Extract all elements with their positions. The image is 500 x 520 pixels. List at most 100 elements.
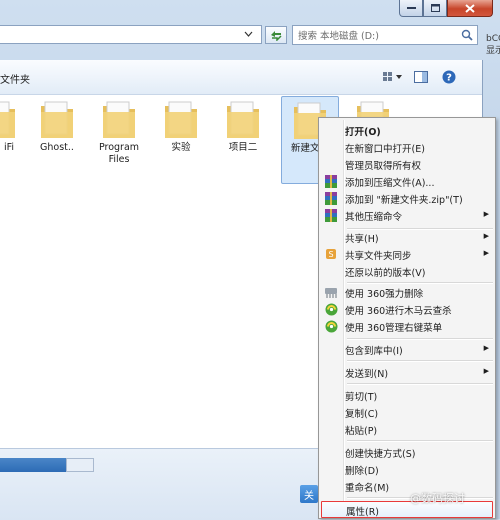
menu-item-360-manage-menu[interactable]: 使用 360管理右键菜单 [321, 318, 493, 334]
watermark: @数码探讨 [410, 492, 465, 505]
close-icon [465, 3, 475, 13]
menu-item-rename[interactable]: 重命名(M) [321, 478, 493, 494]
folder-item[interactable]: Ghost.. [28, 96, 86, 184]
view-icon [383, 72, 402, 81]
360-icon [323, 302, 339, 316]
folder-item[interactable]: iFi [0, 96, 28, 184]
menu-item-cut[interactable]: 剪切(T) [321, 387, 493, 403]
winrar-icon [323, 174, 339, 188]
menu-separator [347, 360, 493, 362]
menu-item-label: 还原以前的版本(V) [345, 268, 426, 279]
refresh-icon [271, 31, 282, 41]
svg-text:?: ? [446, 73, 452, 84]
menu-item-label: 复制(C) [345, 409, 379, 420]
folder-icon [227, 101, 259, 138]
menu-item-360-trojan-scan[interactable]: 使用 360进行木马云查杀 [321, 301, 493, 317]
breadcrumb: 文件夹 [0, 75, 30, 86]
menu-item-open[interactable]: 打开(O) [321, 122, 493, 138]
svg-text:S: S [328, 250, 333, 259]
change-view-button[interactable] [382, 69, 404, 85]
sync-icon: S [323, 247, 339, 261]
close-button[interactable] [447, 0, 493, 17]
help-icon: ? [442, 70, 456, 84]
search-icon[interactable] [461, 29, 473, 41]
address-row: 搜索 本地磁盘 (D:) [0, 24, 482, 46]
menu-item-label: 共享(H) [345, 234, 379, 245]
folder-icon [165, 101, 197, 138]
folder-label: 项目二 [228, 142, 258, 153]
menu-item-label: 包含到库中(I) [345, 346, 403, 357]
menu-separator [347, 338, 493, 340]
preview-pane-icon [414, 71, 428, 83]
menu-item-include-library[interactable]: 包含到库中(I) ▶ [321, 341, 493, 357]
folder-label: iFi [3, 142, 15, 153]
menu-item-label: 管理员取得所有权 [345, 161, 422, 172]
submenu-arrow-icon: ▶ [483, 367, 489, 375]
menu-item-label: 属性(R) [346, 507, 380, 518]
menu-item-label: 添加到 "新建文件夹.zip"(T) [345, 195, 463, 206]
menu-item-360-delete[interactable]: 使用 360强力删除 [321, 284, 493, 300]
menu-item-send-to[interactable]: 发送到(N) ▶ [321, 364, 493, 380]
menu-item-label: 重命名(M) [345, 483, 390, 494]
menu-item-restore-versions[interactable]: 还原以前的版本(V) [321, 263, 493, 279]
winrar-icon [323, 191, 339, 205]
preview-pane-button[interactable] [410, 69, 432, 85]
menu-item-properties[interactable]: 属性(R) [321, 501, 493, 518]
dialog-button-fragment[interactable]: 关 [300, 485, 318, 503]
menu-item-share[interactable]: 共享(H) ▶ [321, 229, 493, 245]
folder-label: 实验 [171, 142, 191, 153]
address-bar[interactable] [0, 25, 262, 44]
menu-item-label: 在新窗口中打开(E) [345, 144, 425, 155]
submenu-arrow-icon: ▶ [483, 249, 489, 257]
refresh-button[interactable] [265, 26, 287, 44]
menu-item-label: 剪切(T) [345, 392, 378, 403]
folder-label: Program Files [98, 142, 140, 165]
360-icon [323, 319, 339, 333]
menu-separator [347, 440, 493, 442]
menu-item-label: 使用 360强力删除 [345, 289, 424, 300]
winrar-icon [323, 208, 339, 222]
menu-item-paste[interactable]: 粘贴(P) [321, 421, 493, 437]
folder-label: Ghost.. [40, 142, 74, 153]
menu-item-label: 添加到压缩文件(A)... [345, 178, 435, 189]
folder-item[interactable]: 实验 [152, 96, 210, 184]
menu-item-label: 发送到(N) [345, 369, 389, 380]
submenu-arrow-icon: ▶ [483, 210, 489, 218]
menu-item-delete[interactable]: 删除(D) [321, 461, 493, 477]
menu-item-label: 删除(D) [345, 466, 379, 477]
folder-item[interactable]: Program Files [90, 96, 148, 184]
side-fragment-text-1: bCC [486, 34, 500, 44]
menu-item-label: 创建快捷方式(S) [345, 449, 416, 460]
search-input[interactable]: 搜索 本地磁盘 (D:) [292, 25, 478, 45]
help-button[interactable]: ? [438, 69, 460, 85]
command-bar: 文件夹 ? [0, 60, 482, 95]
menu-item-label: 粘贴(P) [345, 426, 378, 437]
menu-item-copy[interactable]: 复制(C) [321, 404, 493, 420]
chevron-down-icon[interactable] [244, 31, 253, 37]
shredder-icon [323, 285, 339, 299]
menu-separator [347, 383, 493, 385]
dialog-button-text: 关 [304, 490, 314, 502]
side-pane-fragment: bCC 显示 [486, 33, 500, 57]
menu-item-add-archive[interactable]: 添加到压缩文件(A)... [321, 173, 493, 189]
context-menu: 打开(O) 在新窗口中打开(E) 管理员取得所有权 添加到压缩文件(A)... … [318, 117, 496, 519]
maximize-button[interactable] [423, 0, 447, 17]
minimize-button[interactable] [399, 0, 423, 17]
menu-item-open-new-window[interactable]: 在新窗口中打开(E) [321, 139, 493, 155]
search-placeholder: 搜索 本地磁盘 (D:) [298, 31, 379, 42]
taskbar-thumbnail-box [66, 458, 94, 472]
menu-item-share-sync[interactable]: S 共享文件夹同步 ▶ [321, 246, 493, 262]
menu-item-add-zip[interactable]: 添加到 "新建文件夹.zip"(T) [321, 190, 493, 206]
folder-item[interactable]: 项目二 [214, 96, 272, 184]
menu-item-create-shortcut[interactable]: 创建快捷方式(S) [321, 444, 493, 460]
menu-item-label: 其他压缩命令 [345, 212, 403, 223]
folder-icon [0, 101, 15, 138]
menu-item-take-ownership[interactable]: 管理员取得所有权 [321, 156, 493, 172]
view-controls: ? [382, 69, 460, 85]
window-caption-buttons [399, 0, 493, 17]
menu-item-other-compress[interactable]: 其他压缩命令 ▶ [321, 207, 493, 223]
folder-icon [41, 101, 73, 138]
menu-item-label: 打开(O) [345, 127, 381, 138]
menu-item-label: 共享文件夹同步 [345, 251, 412, 262]
menu-item-label: 使用 360进行木马云查杀 [345, 306, 452, 317]
